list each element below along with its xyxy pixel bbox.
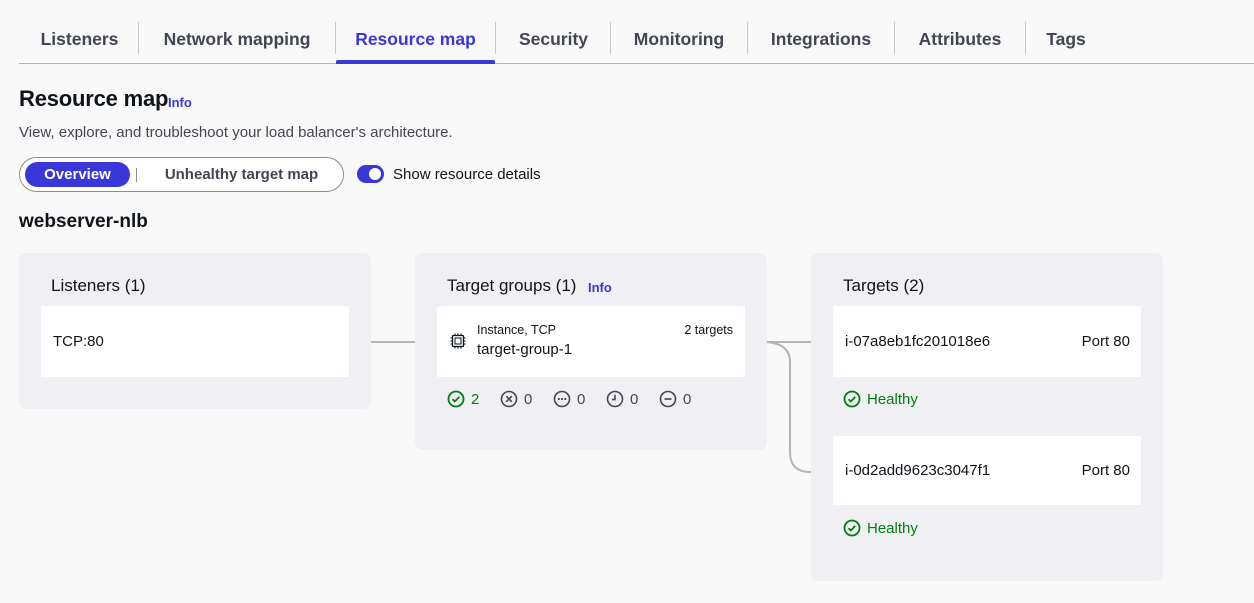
chip-icon <box>449 332 467 350</box>
target-port: Port 80 <box>1081 333 1130 350</box>
page-title: Resource map <box>19 86 169 111</box>
check-circle-icon <box>447 390 465 408</box>
tab-bar: Listeners Network mapping Resource map S… <box>19 0 1254 64</box>
show-resource-details-label: Show resource details <box>393 166 541 183</box>
target-card[interactable]: i-0d2add9623c3047f1 Port 80 <box>833 436 1141 505</box>
unhealthy-count-value: 0 <box>524 390 533 408</box>
target-group-targets-count: 2 targets <box>684 323 733 337</box>
tab-attributes-label: Attributes <box>918 29 1002 49</box>
target-group-name: target-group-1 <box>477 341 573 358</box>
tab-integrations[interactable]: Integrations <box>748 22 894 63</box>
unavailable-count: 0 <box>659 390 691 408</box>
unused-count-value: 0 <box>577 390 586 408</box>
target-group-card[interactable]: Instance, TCP target-group-1 2 targets <box>437 306 745 377</box>
load-balancer-name: webserver-nlb <box>19 211 148 232</box>
page-description: View, explore, and troubleshoot your loa… <box>19 124 453 141</box>
target-port: Port 80 <box>1081 462 1130 479</box>
tab-listeners[interactable]: Listeners <box>22 22 137 63</box>
listener-label: TCP:80 <box>53 333 104 350</box>
targets-column: Targets (2) i-07a8eb1fc201018e6 Port 80 … <box>811 253 1163 581</box>
target-groups-info-link[interactable]: Info <box>588 280 612 295</box>
tab-attributes[interactable]: Attributes <box>895 22 1025 63</box>
target-group-type: Instance, TCP <box>477 323 556 337</box>
unused-count: 0 <box>553 390 585 408</box>
tab-tags[interactable]: Tags <box>1026 22 1106 63</box>
draining-count-value: 0 <box>630 390 639 408</box>
target-status: Healthy <box>843 519 918 537</box>
tab-listeners-label: Listeners <box>40 29 119 49</box>
check-circle-icon <box>843 519 861 537</box>
tab-security-label: Security <box>518 29 589 49</box>
listeners-column: Listeners (1) TCP:80 <box>19 253 371 409</box>
unhealthy-target-map-segment[interactable]: Unhealthy target map <box>144 162 339 187</box>
tab-monitoring-label: Monitoring <box>633 29 725 49</box>
unhealthy-count: 0 <box>500 390 532 408</box>
show-resource-details-toggle[interactable] <box>357 165 384 183</box>
targets-title: Targets (2) <box>843 276 925 295</box>
tab-security[interactable]: Security <box>496 22 611 63</box>
target-status-label: Healthy <box>867 390 918 408</box>
view-mode-segmented-control: Overview Unhealthy target map <box>19 157 344 192</box>
tab-network-mapping[interactable]: Network mapping <box>139 22 335 63</box>
ellipsis-circle-icon <box>553 390 571 408</box>
clock-icon <box>606 390 624 408</box>
draining-count: 0 <box>606 390 638 408</box>
check-circle-icon <box>843 390 861 408</box>
unavailable-count-value: 0 <box>683 390 692 408</box>
healthy-count-value: 2 <box>471 390 480 408</box>
healthy-count: 2 <box>447 390 479 408</box>
tab-resource-map-label: Resource map <box>355 29 476 49</box>
segment-divider <box>136 168 137 182</box>
target-groups-column: Target groups (1) Info Instance, TCP tar… <box>415 253 767 450</box>
tab-resource-map[interactable]: Resource map <box>336 22 495 64</box>
target-groups-title: Target groups (1) <box>447 276 577 295</box>
minus-circle-icon <box>659 390 677 408</box>
info-link[interactable]: Info <box>168 95 192 110</box>
x-circle-icon <box>500 390 518 408</box>
listeners-title: Listeners (1) <box>51 276 146 295</box>
target-card[interactable]: i-07a8eb1fc201018e6 Port 80 <box>833 306 1141 377</box>
overview-segment[interactable]: Overview <box>25 162 130 187</box>
tab-tags-label: Tags <box>1046 29 1086 49</box>
tab-network-mapping-label: Network mapping <box>163 29 311 49</box>
target-id: i-07a8eb1fc201018e6 <box>845 333 991 350</box>
target-status-label: Healthy <box>867 519 918 537</box>
target-id: i-0d2add9623c3047f1 <box>845 462 991 479</box>
target-status: Healthy <box>843 390 918 408</box>
listener-card[interactable]: TCP:80 <box>41 306 349 377</box>
tab-monitoring[interactable]: Monitoring <box>611 22 747 63</box>
tab-integrations-label: Integrations <box>770 29 872 49</box>
